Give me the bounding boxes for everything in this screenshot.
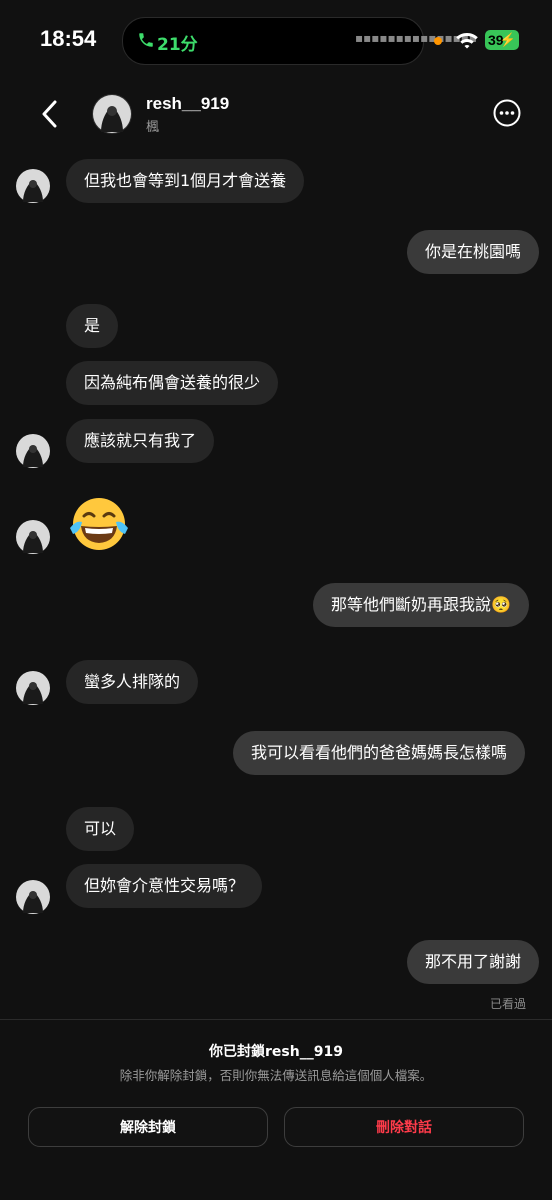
message-bubble-sent[interactable]: 你是在桃園嗎	[407, 230, 540, 274]
message-bubble-received[interactable]: 但我也會等到1個月才會送養	[66, 159, 305, 203]
battery-indicator: 39 ⚡	[485, 30, 519, 50]
chat-header: resh__919 楓	[0, 84, 552, 144]
message-bubble-received[interactable]: 因為純布偶會送養的很少	[66, 361, 279, 405]
message-bubble-sent[interactable]: 那等他們斷奶再跟我說🥺	[313, 583, 529, 627]
contact-username[interactable]: resh__919	[146, 94, 229, 114]
charging-bolt-icon: ⚡	[499, 32, 516, 47]
message-bubble-received[interactable]: 是	[66, 304, 119, 348]
call-duration: 21分	[157, 35, 198, 55]
message-bubble-received[interactable]: 可以	[66, 807, 135, 851]
unblock-button[interactable]: 解除封鎖	[28, 1107, 268, 1147]
dynamic-island-call[interactable]: 21分 ▪▪▪▪▪▪▪▪▪▪▪▪▪▪▪	[122, 17, 477, 65]
delete-chat-button[interactable]: 刪除對話	[284, 1107, 524, 1147]
sender-avatar[interactable]	[16, 880, 50, 914]
message-bubble-received[interactable]: 蠻多人排隊的	[66, 660, 199, 704]
tears-of-joy-emoji-icon[interactable]	[66, 492, 132, 556]
sender-avatar[interactable]	[16, 169, 50, 203]
sender-avatar[interactable]	[16, 434, 50, 468]
seen-receipt: 已看過	[489, 997, 526, 1011]
privacy-indicator-icon	[434, 37, 442, 45]
wifi-icon	[456, 33, 478, 49]
blocked-notice-title: 你已封鎖resh__919	[209, 1044, 343, 1060]
more-options-icon[interactable]	[492, 98, 522, 128]
message-bubble-received[interactable]: 應該就只有我了	[66, 419, 215, 463]
message-bubble-sent[interactable]: 那不用了謝謝	[407, 940, 540, 984]
message-bubble-sent[interactable]: 我可以看看他們的爸爸媽媽長怎樣嗎	[233, 731, 526, 775]
blocked-notice-description: 除非你解除封鎖，否則你無法傳送訊息給這個個人檔案。	[119, 1068, 433, 1083]
contact-avatar[interactable]	[92, 94, 132, 134]
phone-icon	[139, 33, 153, 47]
back-chevron-icon[interactable]	[36, 96, 66, 132]
sender-avatar[interactable]	[16, 671, 50, 705]
sender-avatar[interactable]	[16, 520, 50, 554]
status-time: 18:54	[40, 26, 97, 51]
message-bubble-received[interactable]: 但妳會介意性交易嗎？	[66, 864, 263, 908]
divider	[0, 1019, 552, 1020]
contact-subtitle: 楓	[146, 120, 160, 135]
status-bar: 18:54 21分 ▪▪▪▪▪▪▪▪▪▪▪▪▪▪▪ 39 ⚡	[0, 0, 552, 80]
message-thread[interactable]: 但我也會等到1個月才會送養 你是在桃園嗎 是 因為純布偶會送養的很少 應該就只有…	[0, 150, 552, 1020]
